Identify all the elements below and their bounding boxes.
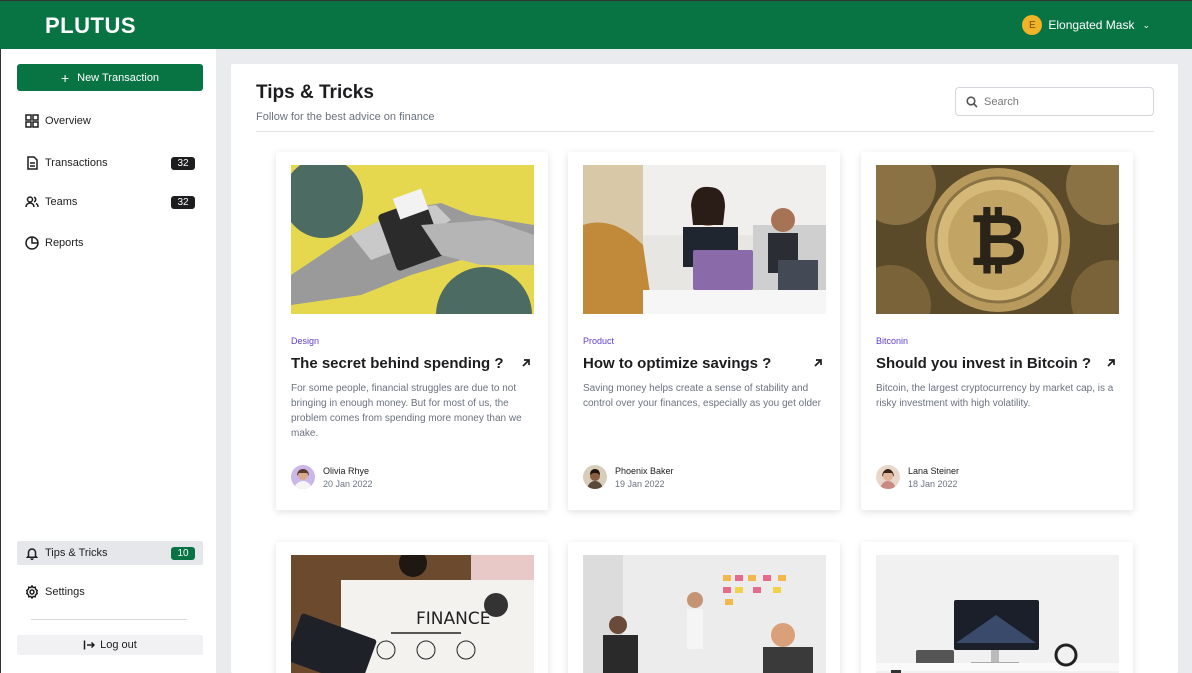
card-image: FINANCE — [291, 555, 534, 673]
card-title: How to optimize savings ? — [583, 355, 772, 372]
card-category: Product — [583, 336, 615, 346]
post-date: 20 Jan 2022 — [323, 478, 373, 489]
main-panel: Tips & Tricks Follow for the best advice… — [231, 64, 1178, 673]
count-badge: 32 — [171, 195, 195, 209]
gear-icon — [25, 585, 39, 599]
card-author: Olivia Rhye 20 Jan 2022 — [291, 465, 373, 489]
chevron-down-icon: ⌄ — [1142, 19, 1150, 30]
avatar — [583, 465, 607, 489]
sidebar-item-label: Overview — [45, 115, 91, 127]
card-description: Bitcoin, the largest cryptocurrency by m… — [876, 383, 1114, 409]
sidebar-item-label: Transactions — [45, 157, 108, 169]
card-image: ₿ — [876, 165, 1119, 314]
svg-text:₿: ₿ — [969, 198, 1028, 282]
users-icon — [25, 196, 39, 208]
author-name: Lana Steiner — [908, 465, 960, 476]
divider — [31, 619, 187, 620]
pie-chart-icon — [25, 236, 39, 250]
card-category: Bitconin — [876, 336, 909, 346]
card-image — [583, 555, 826, 673]
sidebar-item-reports[interactable]: Reports — [17, 231, 203, 255]
author-name: Phoenix Baker — [615, 465, 674, 476]
sidebar-item-label: Tips & Tricks — [45, 547, 108, 559]
new-transaction-label: New Transaction — [77, 71, 160, 84]
logout-button[interactable]: Log out — [17, 635, 203, 655]
post-date: 19 Jan 2022 — [615, 478, 665, 489]
bell-icon — [25, 548, 39, 560]
card-image — [876, 555, 1119, 673]
new-transaction-button[interactable]: + New Transaction — [17, 64, 203, 91]
sidebar-item-settings[interactable]: Settings — [17, 580, 203, 604]
card-category: Design — [291, 336, 320, 346]
user-name: Elongated Mask — [1048, 18, 1135, 32]
article-card[interactable]: FINANCE — [276, 542, 548, 673]
finance-sign: FINANCE — [416, 609, 490, 629]
card-description: For some people, financial struggles are… — [291, 383, 522, 439]
document-icon — [27, 156, 38, 170]
top-bar: PLUTUS E Elongated Mask ⌄ — [0, 0, 1192, 49]
sidebar-item-overview[interactable]: Overview — [17, 109, 203, 133]
sidebar-item-teams[interactable]: Teams 32 — [17, 190, 203, 214]
avatar — [876, 465, 900, 489]
card-image — [291, 165, 534, 314]
arrow-up-right-icon[interactable] — [1105, 357, 1117, 369]
sidebar: + New Transaction Overview Transactions … — [0, 49, 216, 673]
search-icon — [966, 95, 978, 108]
page-subtitle: Follow for the best advice on finance — [256, 111, 435, 123]
article-card[interactable]: Design The secret behind spending ? For … — [276, 152, 548, 510]
count-badge: 10 — [171, 546, 195, 560]
plus-icon: + — [60, 69, 70, 86]
article-card[interactable]: Product How to optimize savings ? Saving… — [568, 152, 840, 510]
card-image — [583, 165, 826, 314]
logout-label: Log out — [100, 639, 137, 651]
article-card[interactable] — [861, 542, 1133, 673]
author-name: Olivia Rhye — [323, 465, 370, 476]
sidebar-item-label: Settings — [45, 586, 85, 598]
page-title: Tips & Tricks — [256, 82, 374, 103]
header-divider — [256, 131, 1154, 132]
avatar: E — [1022, 15, 1043, 35]
card-description: Saving money helps create a sense of sta… — [583, 383, 821, 409]
sidebar-item-transactions[interactable]: Transactions 32 — [17, 151, 203, 175]
count-badge: 32 — [171, 156, 195, 170]
app-logo[interactable]: PLUTUS — [45, 13, 136, 39]
arrow-up-right-icon[interactable] — [812, 357, 824, 369]
user-menu[interactable]: E Elongated Mask ⌄ — [1022, 15, 1150, 35]
article-card[interactable] — [568, 542, 840, 673]
article-card[interactable]: ₿ Bitconin Should you invest in Bitcoin … — [861, 152, 1133, 510]
sidebar-item-tips-tricks[interactable]: Tips & Tricks 10 — [17, 541, 203, 565]
card-author: Phoenix Baker 19 Jan 2022 — [583, 465, 674, 489]
grid-icon — [25, 114, 39, 128]
card-author: Lana Steiner 18 Jan 2022 — [876, 465, 959, 489]
card-title: Should you invest in Bitcoin ? — [876, 355, 1092, 372]
sidebar-item-label: Teams — [45, 196, 78, 208]
search-box[interactable] — [955, 87, 1154, 116]
avatar — [291, 465, 315, 489]
post-date: 18 Jan 2022 — [908, 478, 958, 489]
card-title: The secret behind spending ? — [291, 355, 504, 372]
search-input[interactable] — [984, 95, 1144, 108]
logout-icon — [83, 640, 96, 650]
arrow-up-right-icon[interactable] — [520, 357, 532, 369]
sidebar-item-label: Reports — [45, 237, 84, 249]
